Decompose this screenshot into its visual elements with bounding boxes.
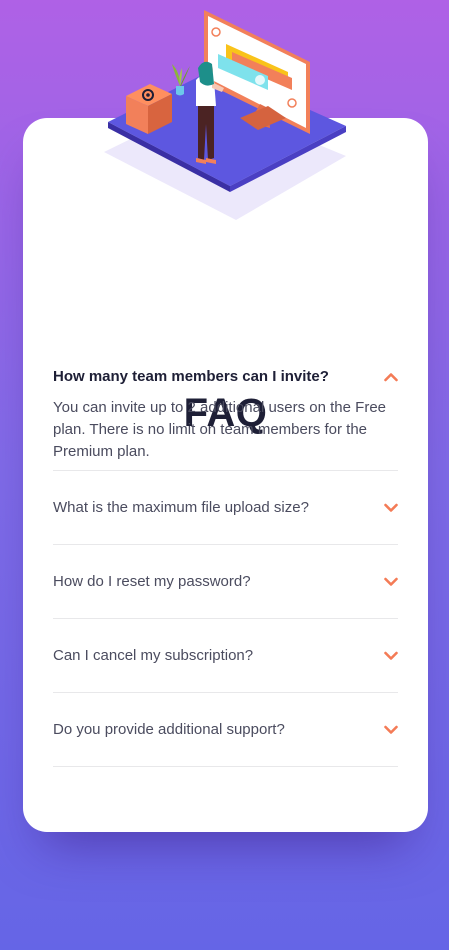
- faq-item: What is the maximum file upload size?: [53, 471, 398, 545]
- faq-question-toggle[interactable]: Do you provide additional support?: [53, 693, 398, 766]
- faq-accordion: How many team members can I invite? You …: [53, 350, 398, 767]
- chevron-down-icon: [384, 503, 398, 512]
- faq-item: How many team members can I invite? You …: [53, 350, 398, 471]
- faq-question: How do I reset my password?: [53, 573, 251, 590]
- chevron-down-icon: [384, 577, 398, 586]
- chevron-down-icon: [384, 651, 398, 660]
- faq-answer: You can invite up to 2 additional users …: [53, 399, 387, 460]
- faq-question-toggle[interactable]: What is the maximum file upload size?: [53, 471, 398, 544]
- faq-item: Do you provide additional support?: [53, 693, 398, 767]
- chevron-down-icon: [384, 725, 398, 734]
- faq-question-toggle[interactable]: Can I cancel my subscription?: [53, 619, 398, 692]
- faq-question: How many team members can I invite?: [53, 368, 329, 385]
- chevron-up-icon: [384, 373, 398, 382]
- faq-question-toggle[interactable]: How do I reset my password?: [53, 545, 398, 618]
- faq-question: What is the maximum file upload size?: [53, 499, 309, 516]
- faq-question: Can I cancel my subscription?: [53, 647, 254, 664]
- faq-item: How do I reset my password?: [53, 545, 398, 619]
- faq-item: Can I cancel my subscription?: [53, 619, 398, 693]
- faq-question: Do you provide additional support?: [53, 721, 285, 738]
- woman-online-illustration: [104, 10, 346, 220]
